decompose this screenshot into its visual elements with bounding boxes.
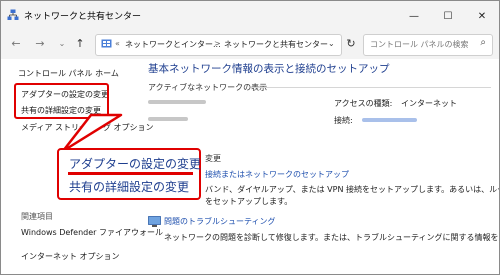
search-icon: ⌕ bbox=[480, 37, 486, 48]
address-field[interactable]: « ネットワークとインター... > ネットワークと共有センター ⌄ bbox=[95, 34, 342, 56]
chevron-down-icon: ⌄ bbox=[58, 39, 66, 48]
new-connection-description: バンド、ダイヤルアップ、または VPN 接続をセットアップします。あるいは、ルー… bbox=[205, 185, 499, 194]
callout-underline bbox=[68, 172, 193, 175]
new-connection-link[interactable]: 接続またはネットワークのセットアップ bbox=[205, 169, 349, 180]
access-type-value: インターネット bbox=[401, 99, 457, 108]
breadcrumb-separator: > bbox=[214, 39, 221, 48]
window-title: ネットワークと共有センター bbox=[24, 12, 142, 22]
sidebar-media-streaming-options[interactable]: メディア ストリーミング オプション bbox=[21, 122, 154, 133]
close-icon: ✕ bbox=[477, 10, 487, 22]
connection-label: 接続: bbox=[334, 116, 353, 125]
control-panel-icon bbox=[101, 39, 112, 48]
sidebar-defender-firewall[interactable]: Windows Defender ファイアウォール bbox=[21, 227, 163, 238]
up-button[interactable]: ↑ bbox=[73, 36, 87, 52]
active-networks-label: アクティブなネットワークの表示 bbox=[148, 83, 268, 92]
breadcrumb-network-sharing[interactable]: ネットワークと共有センター bbox=[224, 39, 328, 50]
title-bar: ネットワークと共有センター — ☐ ✕ bbox=[1, 1, 499, 31]
connection-link-redacted[interactable] bbox=[362, 118, 417, 122]
close-button[interactable]: ✕ bbox=[465, 1, 499, 31]
forward-arrow-icon: → bbox=[35, 37, 45, 50]
maximize-button[interactable]: ☐ bbox=[431, 1, 465, 31]
network-name-redacted bbox=[148, 100, 206, 104]
sidebar-internet-options[interactable]: インターネット オプション bbox=[21, 251, 120, 262]
callout-adapter-settings: アダプターの設定の変更 bbox=[69, 157, 202, 171]
network-sharing-center-window: ネットワークと共有センター — ☐ ✕ ← → ⌄ ↑ « ネットワークとインタ… bbox=[0, 0, 500, 275]
sidebar-highlight-box bbox=[14, 83, 109, 119]
network-icon bbox=[7, 9, 19, 20]
troubleshoot-icon bbox=[148, 216, 161, 227]
access-type-label: アクセスの種類: bbox=[334, 99, 393, 108]
change-network-settings-label: 変更 bbox=[205, 154, 221, 163]
refresh-icon: ↻ bbox=[346, 37, 356, 50]
minimize-icon: — bbox=[409, 10, 419, 22]
search-placeholder: コントロール パネルの検索 bbox=[370, 40, 469, 49]
sidebar-control-panel-home[interactable]: コントロール パネル ホーム bbox=[18, 68, 119, 79]
callout-box: アダプターの設定の変更 共有の詳細設定の変更 bbox=[57, 148, 201, 200]
search-input[interactable]: コントロール パネルの検索 ⌕ bbox=[363, 34, 493, 56]
related-heading: 関連項目 bbox=[21, 212, 53, 221]
address-dropdown-icon[interactable]: ⌄ bbox=[328, 39, 335, 48]
back-arrow-icon: ← bbox=[11, 37, 21, 50]
address-toolbar: ← → ⌄ ↑ « ネットワークとインター... > ネットワークと共有センター… bbox=[1, 31, 499, 59]
network-category-redacted bbox=[148, 117, 188, 121]
new-connection-description-2: をセットアップします。 bbox=[205, 197, 293, 206]
recent-locations-button[interactable]: ⌄ bbox=[55, 36, 69, 52]
maximize-icon: ☐ bbox=[443, 10, 453, 22]
minimize-button[interactable]: — bbox=[397, 1, 431, 31]
back-button[interactable]: ← bbox=[9, 36, 23, 52]
callout-sharing-settings: 共有の詳細設定の変更 bbox=[69, 180, 190, 194]
forward-button[interactable]: → bbox=[33, 36, 47, 52]
section-divider bbox=[251, 87, 491, 88]
refresh-button[interactable]: ↻ bbox=[344, 36, 358, 52]
troubleshoot-link[interactable]: 問題のトラブルシューティング bbox=[164, 216, 276, 227]
page-title: 基本ネットワーク情報の表示と接続のセットアップ bbox=[148, 63, 390, 75]
breadcrumb-network-internet[interactable]: ネットワークとインター... bbox=[125, 39, 221, 50]
troubleshoot-description: ネットワークの問題を診断して修復します。または、トラブルシューティングに関する情… bbox=[164, 233, 499, 242]
up-arrow-icon: ↑ bbox=[75, 37, 85, 50]
breadcrumb-overflow[interactable]: « bbox=[115, 39, 120, 48]
